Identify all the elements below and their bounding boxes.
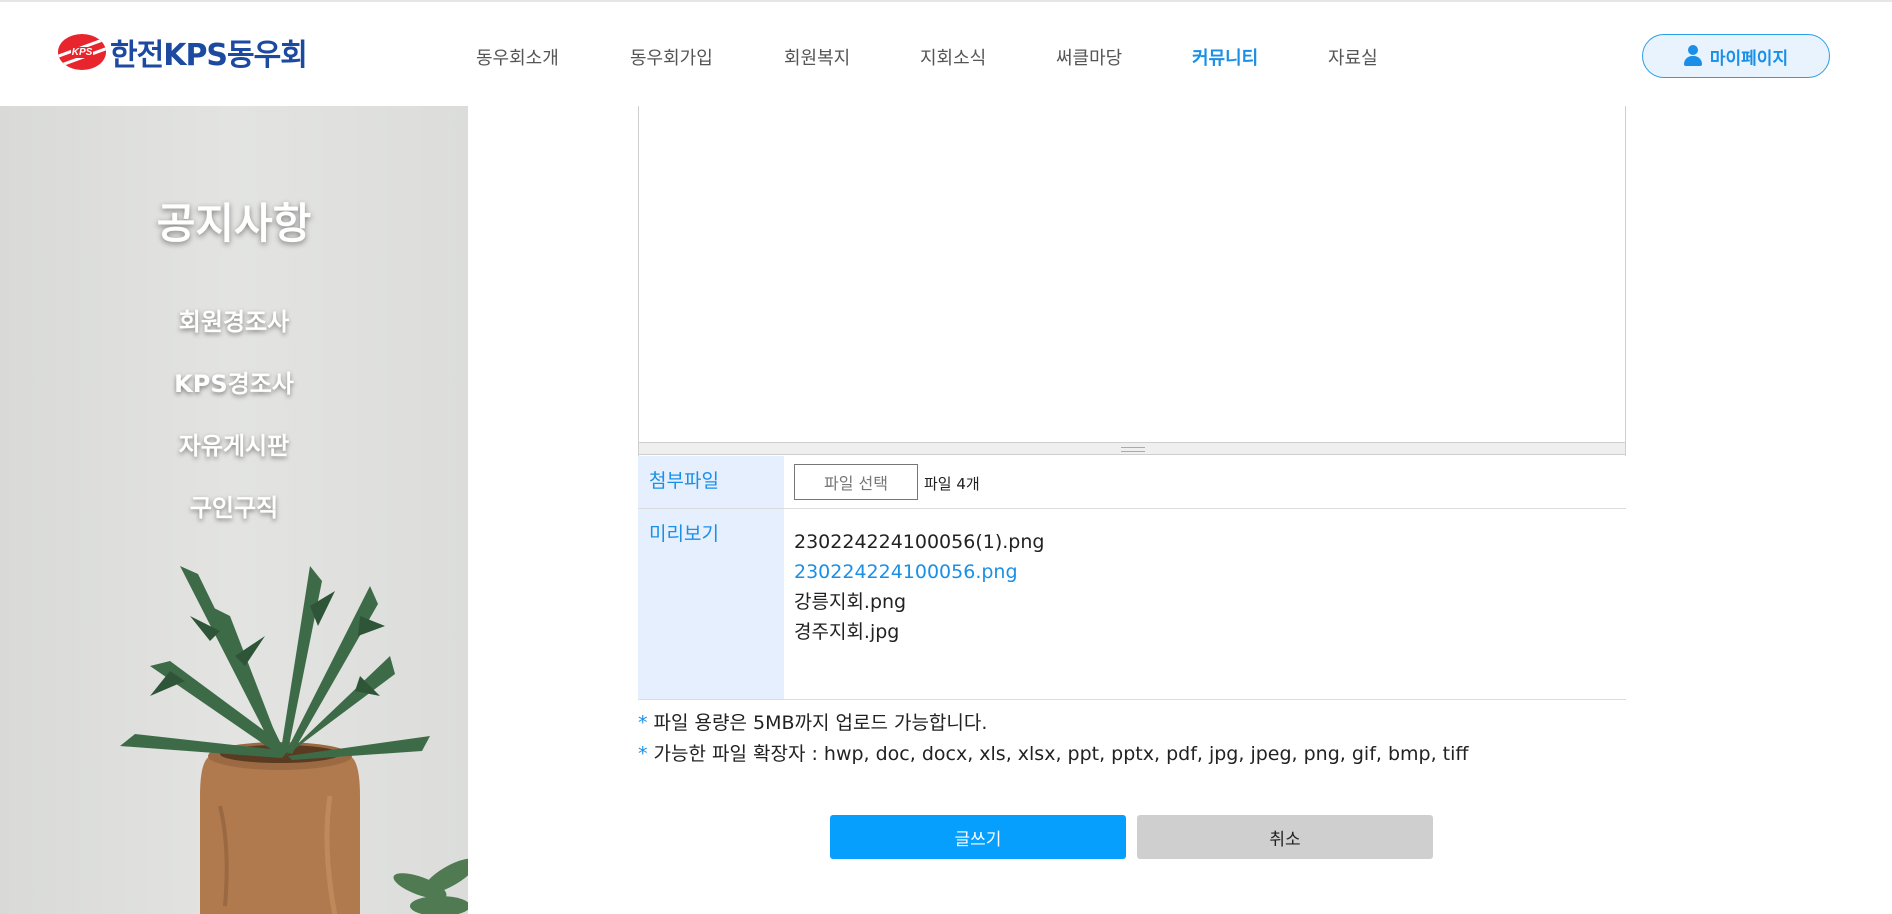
sidebar-item-jobs[interactable]: 구인구직	[0, 488, 468, 523]
submit-button[interactable]: 글쓰기	[830, 815, 1126, 859]
site-header: KPS 한전KPS동우회 동우회소개 동우회가입 회원복지 지회소식 써클마당 …	[0, 0, 1892, 106]
nav-item-welfare[interactable]: 회원복지	[784, 44, 850, 70]
nav-item-archive[interactable]: 자료실	[1328, 44, 1378, 70]
editor-resize-handle[interactable]	[638, 442, 1626, 455]
nav-item-join[interactable]: 동우회가입	[630, 44, 713, 70]
preview-file-list: 230224224100056(1).png 230224224100056.p…	[794, 527, 1044, 647]
nav-item-community[interactable]: 커뮤니티	[1192, 44, 1258, 70]
note-star: *	[638, 743, 648, 765]
sidebar-item-kps-events[interactable]: KPS경조사	[0, 364, 468, 399]
nav-item-about[interactable]: 동우회소개	[476, 44, 559, 70]
attach-label: 첨부파일	[638, 456, 784, 508]
size-limit-note: * 파일 용량은 5MB까지 업로드 가능합니다.	[638, 708, 987, 735]
preview-file-link[interactable]: 230224224100056.png	[794, 557, 1044, 587]
preview-file: 230224224100056(1).png	[794, 531, 1045, 553]
preview-label: 미리보기	[638, 509, 784, 699]
plant-illustration	[120, 566, 468, 914]
cancel-button[interactable]: 취소	[1137, 815, 1433, 859]
sidebar-title: 공지사항	[156, 199, 312, 248]
file-count: 파일 4개	[924, 475, 980, 493]
file-select-button[interactable]: 파일 선택	[794, 464, 918, 500]
attach-row: 첨부파일 파일 선택 파일 4개	[638, 456, 1626, 509]
mypage-label: 마이페이지	[1709, 48, 1789, 69]
nav-item-branch-news[interactable]: 지회소식	[920, 44, 986, 70]
sidebar: 공지사항 회원경조사 KPS경조사 자유게시판 구인구직	[0, 106, 468, 914]
sidebar-item-free-board[interactable]: 자유게시판	[0, 426, 468, 461]
logo-mark-text: KPS	[70, 46, 94, 58]
extension-note: * 가능한 파일 확장자 : hwp, doc, docx, xls, xlsx,…	[638, 739, 1469, 766]
content-editor[interactable]	[638, 106, 1626, 456]
preview-row: 미리보기 230224224100056(1).png 230224224100…	[638, 509, 1626, 700]
note-text: 가능한 파일 확장자 : hwp, doc, docx, xls, xlsx, …	[653, 743, 1469, 765]
sidebar-item-member-events[interactable]: 회원경조사	[0, 302, 468, 337]
note-text: 파일 용량은 5MB까지 업로드 가능합니다.	[653, 712, 988, 734]
logo-text: 한전KPS동우회	[110, 38, 308, 73]
site-logo[interactable]: KPS 한전KPS동우회	[58, 32, 308, 73]
note-star: *	[638, 712, 648, 734]
user-icon	[1683, 45, 1702, 67]
kps-logo-mark-icon: KPS	[58, 34, 106, 70]
preview-file: 경주지회.jpg	[794, 621, 900, 643]
nav-item-circle[interactable]: 써클마당	[1056, 44, 1122, 70]
mypage-button[interactable]: 마이페이지	[1642, 34, 1830, 78]
resize-grip-icon	[1121, 447, 1145, 452]
preview-file: 강릉지회.png	[794, 591, 907, 613]
